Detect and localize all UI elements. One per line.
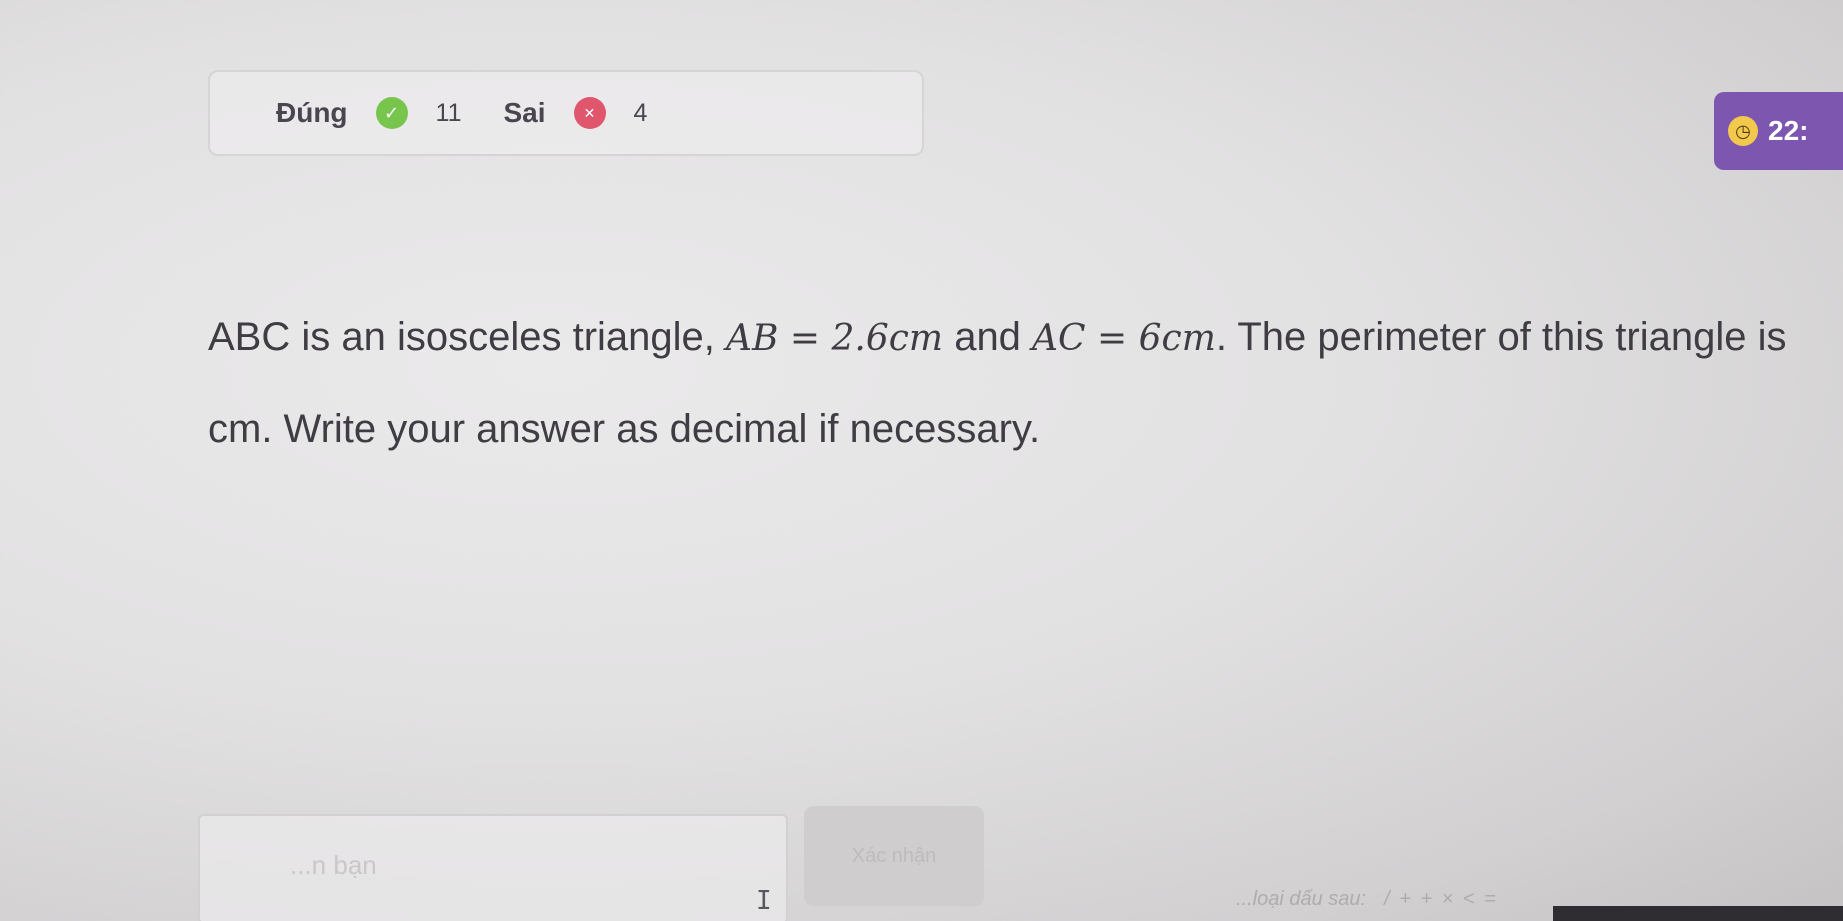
correct-label: Đúng	[276, 97, 348, 128]
wrong-count: 4	[633, 98, 648, 127]
answer-placeholder: ...n bạn	[290, 850, 377, 880]
answer-input[interactable]: ...n bạn	[198, 814, 788, 921]
x-circle-icon: ✕	[573, 97, 606, 129]
question-line-2: cm. Write your answer as decimal if nece…	[208, 407, 1041, 451]
question-line-1: ABC is an isosceles triangle, AB = 2.6cm…	[208, 292, 1843, 384]
hint-operators: / + + × < =	[1384, 888, 1498, 910]
timer: ◷ 22:	[1714, 92, 1843, 170]
hint-label: ...loại dấu sau:	[1236, 888, 1367, 910]
math-ac: AC = 6cm	[1032, 318, 1216, 359]
question-intro: ABC is an isosceles triangle,	[208, 315, 727, 359]
correct-count: 11	[435, 98, 462, 127]
question-rest: . The perimeter of this triangle is	[1215, 315, 1787, 359]
score-panel: Đúng ✓ 11 Sai ✕ 4	[208, 70, 924, 156]
question-and: and	[943, 315, 1033, 359]
submit-button[interactable]: Xác nhận	[804, 806, 984, 906]
timer-value: 22:	[1768, 115, 1809, 146]
wrong-label: Sai	[503, 97, 546, 128]
question-text: ABC is an isosceles triangle, AB = 2.6cm…	[208, 292, 1843, 474]
hint-text: ...loại dấu sau: / + + × < =	[1236, 888, 1498, 911]
math-ab: AB = 2.6cm	[726, 318, 944, 359]
text-cursor-icon: I	[756, 886, 772, 916]
bottom-toolbar	[1553, 906, 1843, 921]
clock-icon: ◷	[1728, 116, 1758, 146]
check-circle-icon: ✓	[375, 97, 408, 129]
